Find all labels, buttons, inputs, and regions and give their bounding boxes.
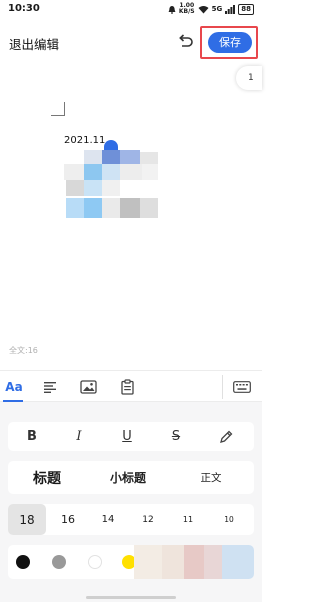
save-button[interactable]: 保存 [208,32,252,53]
toolbar-divider [222,375,223,399]
font-size-11[interactable]: 11 [170,504,206,535]
color-swatch-black[interactable] [16,555,30,569]
word-count: 全文:16 [9,346,38,355]
signal-icon [225,4,236,14]
blurred-swatch-area [204,545,222,579]
heading-title-button[interactable]: 标题 [22,461,72,494]
status-bar: 10:30 1.00 KB/S 5G 88 [0,0,262,20]
font-size-14[interactable]: 14 [90,504,126,535]
wifi-icon [198,5,209,13]
blurred-swatch-area [222,545,254,579]
pen-icon[interactable] [214,422,238,451]
text-cursor-corner [51,102,65,116]
clipboard-icon[interactable] [117,377,137,397]
editor-canvas[interactable]: 2021.11 [0,62,262,362]
blurred-swatch-area [134,545,162,579]
network-speed: 1.00 KB/S [178,2,195,15]
edit-header: 退出编辑 保存 [0,26,262,60]
align-icon[interactable] [40,377,60,397]
font-size-10[interactable]: 10 [210,504,248,535]
text-style-row: B I U S [8,422,254,451]
keyboard-icon[interactable] [231,377,253,397]
network-type: 5G [211,5,223,13]
status-time: 10:30 [8,3,40,14]
font-size-18[interactable]: 18 [8,504,46,535]
italic-button[interactable]: I [67,422,91,451]
format-icon[interactable]: Aa [4,377,24,397]
strikethrough-button[interactable]: S [164,422,188,451]
heading-subtitle-button[interactable]: 小标题 [100,461,156,494]
pixelated-content [62,140,162,240]
heading-style-row: 标题 小标题 正文 [8,461,254,494]
font-size-12[interactable]: 12 [130,504,166,535]
color-swatch-white[interactable] [88,555,102,569]
document-date-text: 2021.11 [64,135,106,146]
bold-button[interactable]: B [20,422,44,451]
image-icon[interactable] [78,377,98,397]
heading-body-button[interactable]: 正文 [188,461,234,494]
format-panel: B I U S 标题 小标题 正文 18 16 14 12 11 10 [0,402,262,602]
font-size-16[interactable]: 16 [50,504,86,535]
font-size-row: 18 16 14 12 11 10 [8,504,254,535]
exit-edit-button[interactable]: 退出编辑 [9,34,59,53]
blurred-swatch-area [162,545,184,579]
undo-icon[interactable] [176,32,194,50]
home-indicator[interactable] [86,596,176,599]
blurred-swatch-area [184,545,204,579]
underline-button[interactable]: U [115,422,139,451]
color-swatch-gray[interactable] [52,555,66,569]
editing-toolbar: Aa [0,370,262,402]
alarm-icon [168,5,176,14]
battery-icon: 88 [238,3,254,15]
color-picker-row [8,545,254,579]
status-icons: 1.00 KB/S 5G 88 [168,3,254,15]
